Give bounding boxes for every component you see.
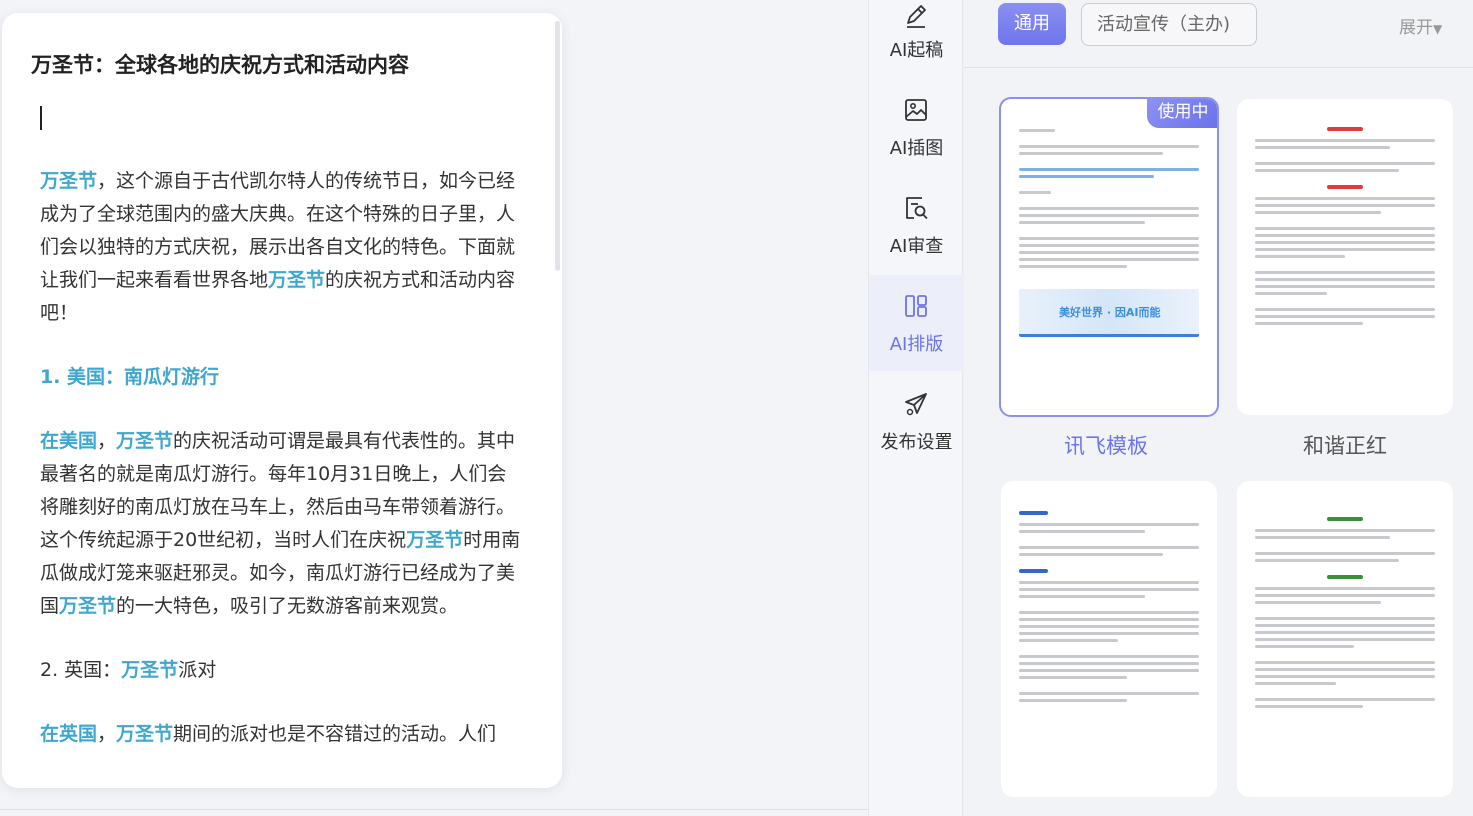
text-run: 派对 <box>178 659 217 681</box>
document-title[interactable]: 万圣节：全球各地的庆祝方式和活动内容 <box>31 49 409 79</box>
keyword-highlight: 万圣节 <box>268 269 326 291</box>
paragraph-intro[interactable]: 万圣节，这个源自于古代凯尔特人的传统节日，如今已经成为了全球范围内的盛大庆典。在… <box>40 165 522 330</box>
tool-ai-layout[interactable]: AI排版 <box>869 275 964 371</box>
text-run: ， <box>97 430 117 452</box>
pen-icon <box>902 2 930 30</box>
keyword-highlight: 万圣节 <box>40 170 98 192</box>
banner-text: 美好世界 · 因AI而能 <box>1059 306 1161 319</box>
keyword-highlight: 万圣节 <box>121 659 179 681</box>
tool-label: AI审查 <box>889 236 944 257</box>
keyword-highlight: 在美国 <box>40 430 98 452</box>
text-cursor <box>40 106 42 130</box>
expand-toggle[interactable]: 展开▼ <box>1399 13 1442 38</box>
editor-bottom-divider <box>0 809 868 810</box>
ai-tool-sidebar: AI起稿 AI插图 AI审查 AI排版 发布设置 <box>868 0 964 816</box>
panel-divider <box>964 67 1473 68</box>
keyword-highlight: 万圣节 <box>116 430 174 452</box>
image-icon <box>902 96 930 124</box>
expand-label: 展开 <box>1399 18 1433 38</box>
heading-usa[interactable]: 1. 美国：南瓜灯游行 <box>40 361 522 394</box>
template-card-blue[interactable] <box>1001 481 1217 797</box>
template-preview <box>1255 127 1435 329</box>
heading-uk[interactable]: 2. 英国：万圣节派对 <box>40 654 522 687</box>
template-panel: 通用 活动宣传（主办) 展开▼ 使用中 美好世界 · 因AI而能 讯飞模板 和谐… <box>964 0 1473 816</box>
layout-icon <box>902 292 930 320</box>
template-card-xunfei[interactable]: 使用中 美好世界 · 因AI而能 <box>999 97 1219 417</box>
tool-ai-illustration[interactable]: AI插图 <box>869 96 964 192</box>
keyword-highlight: 万圣节 <box>59 595 117 617</box>
template-preview <box>1019 511 1199 706</box>
keyword-highlight: 万圣节 <box>406 529 464 551</box>
text-run: ， <box>97 723 117 745</box>
template-preview: 美好世界 · 因AI而能 <box>1019 129 1199 343</box>
tab-event-promotion[interactable]: 活动宣传（主办) <box>1081 3 1257 46</box>
tool-label: 发布设置 <box>880 432 953 453</box>
text-run: 2. 英国： <box>40 659 122 681</box>
caret-down-icon: ▼ <box>1433 22 1443 36</box>
review-icon <box>902 194 930 222</box>
template-name[interactable]: 和谐正红 <box>1250 430 1440 460</box>
tool-publish-settings[interactable]: 发布设置 <box>869 390 964 486</box>
document-body[interactable]: 万圣节，这个源自于古代凯尔特人的传统节日，如今已经成为了全球范围内的盛大庆典。在… <box>40 165 522 782</box>
template-name[interactable]: 讯飞模板 <box>1011 430 1201 460</box>
keyword-highlight: 在英国 <box>40 723 98 745</box>
text-run: 的一大特色，吸引了无数游客前来观赏。 <box>116 595 459 617</box>
template-card-harmony-red[interactable] <box>1237 99 1453 415</box>
tool-ai-draft[interactable]: AI起稿 <box>869 0 964 96</box>
tool-label: AI插图 <box>889 138 944 159</box>
tool-label: AI排版 <box>889 334 944 355</box>
template-banner: 美好世界 · 因AI而能 <box>1019 289 1199 337</box>
template-preview <box>1255 517 1435 712</box>
in-use-badge: 使用中 <box>1147 99 1217 128</box>
keyword-highlight: 万圣节 <box>116 723 174 745</box>
text-run: 期间的派对也是不容错过的活动。人们 <box>173 723 497 745</box>
paragraph-usa[interactable]: 在美国，万圣节的庆祝活动可谓是最具有代表性的。其中最著名的就是南瓜灯游行。每年1… <box>40 425 522 623</box>
tool-label: AI起稿 <box>889 40 944 61</box>
editor-scrollbar[interactable] <box>555 21 560 271</box>
tab-general[interactable]: 通用 <box>998 3 1066 45</box>
document-editor[interactable]: 万圣节：全球各地的庆祝方式和活动内容 万圣节，这个源自于古代凯尔特人的传统节日，… <box>2 13 562 788</box>
paragraph-uk[interactable]: 在英国，万圣节期间的派对也是不容错过的活动。人们 <box>40 718 522 751</box>
template-card-green[interactable] <box>1237 481 1453 797</box>
send-icon <box>902 390 930 418</box>
